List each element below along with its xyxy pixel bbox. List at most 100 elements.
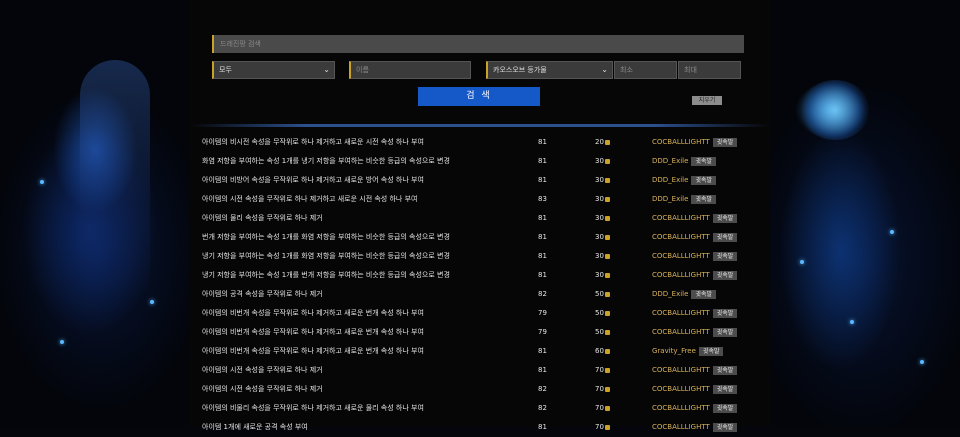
seller-label: COCBALLLIGHTT <box>652 328 710 336</box>
whisper-button[interactable]: 귓속말 <box>712 137 738 147</box>
glowing-flower-illustration <box>800 80 870 140</box>
results-list: 아이템의 비시전 속성을 무작위로 하나 제거하고 새로운 시전 속성 하나 부… <box>190 133 770 437</box>
seller-label: DDD_Exile <box>652 290 689 298</box>
table-row: 아이템의 비번개 속성을 무작위로 하나 제거하고 새로운 번개 속성 하나 부… <box>190 323 770 342</box>
item-level: 81 <box>538 347 547 355</box>
character-illustration <box>80 60 150 300</box>
whisper-button[interactable]: 귓속말 <box>712 232 738 242</box>
chaos-orb-icon <box>604 348 610 354</box>
max-price-input[interactable]: 최대 <box>678 61 741 79</box>
chaos-orb-icon <box>604 139 610 145</box>
table-row: 번개 저항을 부여하는 속성 1개를 화염 저항을 부여하는 비슷한 등급의 속… <box>190 228 770 247</box>
seller-label: COCBALLLIGHTT <box>652 366 710 374</box>
item-level: 81 <box>538 138 547 146</box>
price-value: 60 <box>595 347 604 355</box>
table-row: 아이템의 시전 속성을 무작위로 하나 제거 81 70 COCBALLLIGHTT 귓… <box>190 361 770 380</box>
seller-name: COCBALLLIGHTT 귓속말 <box>652 228 738 247</box>
chaos-orb-icon <box>604 291 610 297</box>
whisper-button[interactable]: 귓속말 <box>712 327 738 337</box>
seller-label: COCBALLLIGHTT <box>652 252 710 260</box>
table-row: 아이템의 비번개 속성을 무작위로 하나 제거하고 새로운 번개 속성 하나 부… <box>190 342 770 361</box>
seller-name: COCBALLLIGHTT 귓속말 <box>652 323 738 342</box>
item-level: 81 <box>538 176 547 184</box>
chaos-orb-icon <box>604 329 610 335</box>
chaos-orb-icon <box>604 196 610 202</box>
whisper-button[interactable]: 귓속말 <box>698 346 724 356</box>
table-row: 아이템의 비방어 속성을 무작위로 하나 제거하고 새로운 방어 속성 하나 부… <box>190 171 770 190</box>
search-input[interactable]: 드레진팡 검색 <box>212 35 744 53</box>
seller-name: Gravity_Free 귓속말 <box>652 342 724 361</box>
item-price: 30 <box>595 171 610 190</box>
glow-dot <box>800 260 804 264</box>
chaos-orb-icon <box>604 367 610 373</box>
price-value: 50 <box>595 328 604 336</box>
name-input[interactable]: 이름 <box>349 61 471 79</box>
whisper-button[interactable]: 귓속말 <box>712 308 738 318</box>
seller-label: COCBALLLIGHTT <box>652 138 710 146</box>
currency-select[interactable]: 카오스오브 등가물 ⌄ <box>486 61 613 79</box>
table-row: 냉기 저항을 부여하는 속성 1개를 화염 저항을 부여하는 비슷한 등급의 속… <box>190 247 770 266</box>
chaos-orb-icon <box>604 215 610 221</box>
item-price: 30 <box>595 152 610 171</box>
chaos-orb-icon <box>604 158 610 164</box>
seller-name: COCBALLLIGHTT 귓속말 <box>652 399 738 418</box>
item-description: 아이템의 비번개 속성을 무작위로 하나 제거하고 새로운 번개 속성 하나 부… <box>202 309 424 317</box>
whisper-button[interactable]: 귓속말 <box>712 251 738 261</box>
min-price-input[interactable]: 최소 <box>614 61 677 79</box>
item-price: 50 <box>595 285 610 304</box>
chaos-orb-icon <box>604 405 610 411</box>
chevron-down-icon: ⌄ <box>323 65 330 74</box>
price-value: 30 <box>595 176 604 184</box>
item-level: 82 <box>538 404 547 412</box>
whisper-button[interactable]: 귓속말 <box>712 365 738 375</box>
item-level: 81 <box>538 252 547 260</box>
whisper-button[interactable]: 귓속말 <box>691 194 716 204</box>
seller-name: COCBALLLIGHTT 귓속말 <box>652 209 738 228</box>
price-value: 30 <box>595 195 604 203</box>
price-value: 50 <box>595 309 604 317</box>
chevron-down-icon: ⌄ <box>601 65 608 74</box>
table-row: 아이템의 시전 속성을 무작위로 하나 제거 82 70 COCBALLLIGHTT 귓… <box>190 380 770 399</box>
search-button[interactable]: 검 색 <box>418 87 540 106</box>
whisper-button[interactable]: 귓속말 <box>712 403 738 413</box>
section-divider <box>190 124 770 127</box>
main-panel: 드레진팡 검색 모두 ⌄ 이름 카오스오브 등가물 ⌄ 최소 최대 검 색 지우… <box>190 0 770 432</box>
whisper-button[interactable]: 귓속말 <box>712 213 738 223</box>
price-value: 70 <box>595 385 604 393</box>
item-description: 아이템의 공격 속성을 무작위로 하나 제거 <box>202 290 323 298</box>
price-value: 30 <box>595 233 604 241</box>
item-level: 81 <box>538 233 547 241</box>
item-price: 20 <box>595 133 610 152</box>
whisper-button[interactable]: 귓속말 <box>691 156 716 166</box>
item-price: 70 <box>595 361 610 380</box>
item-description: 화염 저항을 부여하는 속성 1개를 냉기 저항을 부여하는 비슷한 등급의 속… <box>202 157 450 165</box>
whisper-button[interactable]: 귓속말 <box>712 384 738 394</box>
price-value: 30 <box>595 214 604 222</box>
seller-label: COCBALLLIGHTT <box>652 423 710 431</box>
table-row: 아이템의 공격 속성을 무작위로 하나 제거 82 50 DDD_Exile 귓속말 <box>190 285 770 304</box>
whisper-button[interactable]: 귓속말 <box>712 422 738 432</box>
item-price: 30 <box>595 228 610 247</box>
item-description: 냉기 저항을 부여하는 속성 1개를 화염 저항을 부여하는 비슷한 등급의 속… <box>202 252 450 260</box>
item-description: 아이템의 물리 속성을 무작위로 하나 제거 <box>202 214 323 222</box>
whisper-button[interactable]: 귓속말 <box>691 289 716 299</box>
item-level: 82 <box>538 290 547 298</box>
item-level: 83 <box>538 195 547 203</box>
item-description: 아이템의 비방어 속성을 무작위로 하나 제거하고 새로운 방어 속성 하나 부… <box>202 176 424 184</box>
chaos-orb-icon <box>604 310 610 316</box>
item-level: 81 <box>538 366 547 374</box>
seller-name: COCBALLLIGHTT 귓속말 <box>652 247 738 266</box>
category-select[interactable]: 모두 ⌄ <box>212 61 335 79</box>
table-row: 아이템의 비물리 속성을 무작위로 하나 제거하고 새로운 물리 속성 하나 부… <box>190 399 770 418</box>
item-level: 81 <box>538 423 547 431</box>
seller-label: COCBALLLIGHTT <box>652 404 710 412</box>
table-row: 화염 저항을 부여하는 속성 1개를 냉기 저항을 부여하는 비슷한 등급의 속… <box>190 152 770 171</box>
chaos-orb-icon <box>604 272 610 278</box>
seller-label: DDD_Exile <box>652 195 689 203</box>
clear-button[interactable]: 지우기 <box>692 96 722 105</box>
whisper-button[interactable]: 귓속말 <box>712 270 738 280</box>
whisper-button[interactable]: 귓속말 <box>691 175 716 185</box>
item-level: 81 <box>538 214 547 222</box>
price-value: 30 <box>595 271 604 279</box>
glow-dot <box>850 320 854 324</box>
